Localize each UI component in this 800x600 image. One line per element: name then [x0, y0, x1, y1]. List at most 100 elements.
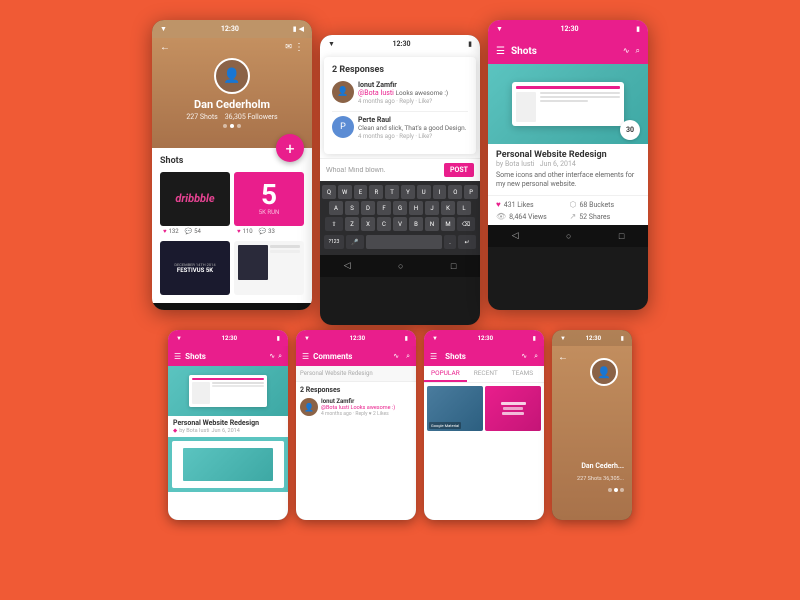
post-button[interactable]: POST [444, 163, 474, 177]
ss3-toolbar: ☰ Shots ∿ ⌕ [424, 346, 544, 366]
share-action-icon: ↗ [570, 212, 577, 221]
signal-icon-2: ▼ [328, 40, 335, 48]
key-r[interactable]: r [369, 185, 383, 199]
avatar: 👤 [214, 58, 250, 94]
chart-icon[interactable]: ∿ [623, 46, 630, 56]
battery-s3: ▮ [533, 335, 536, 342]
tab-teams[interactable]: TEAMS [505, 366, 540, 382]
keyboard[interactable]: q w e r t y u i o p a s d f g h [320, 181, 480, 255]
ss3-hamburger[interactable]: ☰ [430, 352, 437, 361]
key-l[interactable]: l [457, 201, 471, 215]
profile-stats: 227 Shots 36,305 Followers [186, 113, 277, 121]
ss1-chart-icon[interactable]: ∿ [269, 352, 275, 360]
heart-action-icon: ♥ [496, 200, 501, 209]
phone-shot-detail: ▼ 12:30 ▮ ☰ Shots ∿ ⌕ [488, 20, 648, 310]
key-h[interactable]: h [409, 201, 423, 215]
mock-main [540, 92, 620, 122]
screen-small-1: ▼ 12:30 ▮ ☰ Shots ∿ ⌕ [168, 330, 288, 520]
nav-square-icon-3[interactable]: □ [619, 231, 624, 242]
nav-square-icon[interactable]: □ [283, 308, 288, 310]
tab-popular[interactable]: POPULAR [424, 366, 467, 382]
email-icon[interactable]: ✉ [285, 42, 292, 51]
shot-item-2[interactable]: 5 5K RUN ♥ 110 💬 33 [234, 172, 304, 237]
ss2-hamburger[interactable]: ☰ [302, 352, 309, 361]
nav-home-icon[interactable]: ○ [230, 308, 235, 310]
key-y[interactable]: y [401, 185, 415, 199]
nav-square-icon-2[interactable]: □ [451, 261, 456, 272]
search-icon[interactable]: ⌕ [636, 46, 640, 56]
menu-icon[interactable]: ⋮ [294, 42, 304, 53]
ss3-chart-icon[interactable]: ∿ [521, 352, 527, 360]
number-5-sub: 5K RUN [259, 209, 280, 216]
key-enter[interactable]: ↵ [458, 235, 476, 249]
ss4-back-button[interactable]: ← [558, 352, 568, 363]
ss3-shot-1[interactable]: Google Material [427, 386, 483, 431]
eye-action-icon: 👁 [496, 212, 506, 221]
fab-button[interactable]: + [276, 134, 304, 162]
key-b[interactable]: b [409, 217, 423, 231]
nav-back-icon-2[interactable]: ◁ [344, 261, 351, 271]
nav-bar-3: ◁ ○ □ [488, 225, 648, 247]
key-w[interactable]: w [338, 185, 352, 199]
key-e[interactable]: e [354, 185, 368, 199]
shot-item-4[interactable] [234, 241, 304, 295]
ss3-shot-2[interactable] [485, 386, 541, 431]
nav-bar-2: ◁ ○ □ [320, 255, 480, 277]
nav-home-icon-2[interactable]: ○ [398, 261, 403, 272]
key-d[interactable]: d [361, 201, 375, 215]
key-num[interactable]: ?123 [324, 235, 344, 249]
status-bar-3: ▼ 12:30 ▮ [488, 20, 648, 38]
buckets-action[interactable]: ⬡ 68 Buckets [570, 200, 641, 209]
comment-avatar-1: 👤 [332, 81, 354, 103]
back-button[interactable]: ← [160, 42, 170, 53]
key-q[interactable]: q [322, 185, 336, 199]
responses-badge: 30 [620, 120, 640, 140]
ss2-comment-body: Ionut Zamfir @Bota Iusti Looks awesome :… [321, 398, 395, 417]
key-space[interactable] [366, 235, 442, 249]
key-mic[interactable]: 🎤 [346, 235, 364, 249]
ss1-hamburger[interactable]: ☰ [174, 352, 181, 361]
key-c[interactable]: c [377, 217, 391, 231]
nav-back-icon[interactable]: ◁ [176, 309, 183, 310]
key-u[interactable]: u [417, 185, 431, 199]
key-n[interactable]: n [425, 217, 439, 231]
key-s[interactable]: s [345, 201, 359, 215]
ss2-chart-icon[interactable]: ∿ [393, 352, 399, 360]
ss2-search-icon[interactable]: ⌕ [406, 352, 410, 361]
mock-content [516, 92, 620, 122]
key-j[interactable]: j [425, 201, 439, 215]
phone-small-2: ▼ 12:30 ▮ ☰ Comments ∿ ⌕ Personal Websit… [296, 330, 416, 520]
key-z[interactable]: z [345, 217, 359, 231]
shares-action[interactable]: ↗ 52 Shares [570, 212, 641, 221]
hamburger-icon[interactable]: ☰ [496, 46, 505, 57]
key-a[interactable]: a [329, 201, 343, 215]
profile-name: Dan Cederholm [194, 98, 270, 111]
shot-item-1[interactable]: dribbble ♥ 132 💬 54 [160, 172, 230, 237]
ss1-search-icon[interactable]: ⌕ [278, 352, 282, 361]
ss4-dot-2 [614, 488, 618, 492]
key-delete[interactable]: ⌫ [457, 217, 475, 231]
post-input[interactable] [326, 167, 440, 174]
festiv-content: DECEMBER 14TH 2014 FESTIVUS 5K [160, 241, 230, 295]
shot-item-3[interactable]: DECEMBER 14TH 2014 FESTIVUS 5K [160, 241, 230, 295]
key-m[interactable]: m [441, 217, 455, 231]
nav-back-icon-3[interactable]: ◁ [512, 231, 519, 241]
key-v[interactable]: v [393, 217, 407, 231]
key-x[interactable]: x [361, 217, 375, 231]
key-i[interactable]: i [433, 185, 447, 199]
nav-home-icon-3[interactable]: ○ [566, 231, 571, 242]
heart-icon-2: ♥ [237, 228, 241, 235]
ss4-dots [608, 488, 624, 492]
key-shift[interactable]: ⇧ [325, 217, 343, 231]
ss3-search-icon[interactable]: ⌕ [534, 352, 538, 361]
key-o[interactable]: o [448, 185, 462, 199]
tab-recent[interactable]: RECENT [467, 366, 505, 382]
key-p[interactable]: p [464, 185, 478, 199]
key-k[interactable]: k [441, 201, 455, 215]
key-dot[interactable]: . [444, 235, 456, 249]
key-f[interactable]: f [377, 201, 391, 215]
phone-profile: ▼ 12:30 ▮ ◀ ← ✉ ⋮ 👤 Dan Cederholm 227 Sh… [152, 20, 312, 310]
likes-action[interactable]: ♥ 431 Likes [496, 200, 567, 209]
key-t[interactable]: t [385, 185, 399, 199]
key-g[interactable]: g [393, 201, 407, 215]
